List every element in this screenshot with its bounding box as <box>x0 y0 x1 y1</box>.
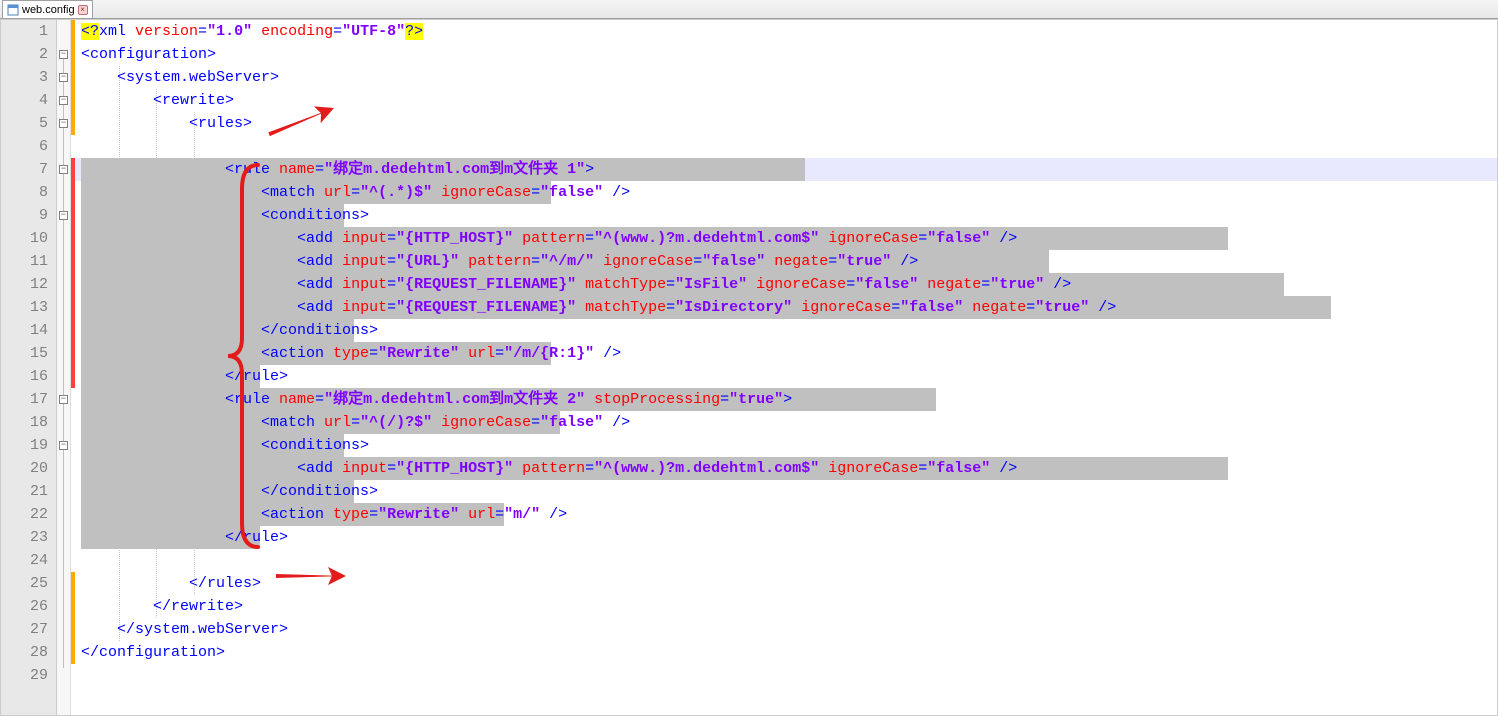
line-number: 10 <box>1 227 48 250</box>
code-line[interactable]: <system.webServer> <box>75 66 279 89</box>
line-number: 3 <box>1 66 48 89</box>
line-number: 7 <box>1 158 48 181</box>
line-number: 22 <box>1 503 48 526</box>
line-number: 1 <box>1 20 48 43</box>
line-number: 20 <box>1 457 48 480</box>
line-number: 16 <box>1 365 48 388</box>
line-number: 9 <box>1 204 48 227</box>
code-line[interactable]: </configuration> <box>75 641 225 664</box>
code-line[interactable]: <rewrite> <box>75 89 234 112</box>
code-line[interactable]: <rules> <box>75 112 252 135</box>
fold-gutter[interactable]: − − − − − − − − <box>57 20 71 715</box>
code-line[interactable]: <match url="^(.*)$" ignoreCase="false" /… <box>75 181 630 204</box>
fold-toggle[interactable]: − <box>59 73 68 82</box>
code-line[interactable]: <add input="{REQUEST_FILENAME}" matchTyp… <box>75 273 1071 296</box>
file-tab[interactable]: web.config × <box>2 0 93 18</box>
code-line[interactable]: <conditions> <box>75 204 369 227</box>
code-line[interactable]: <rule name="绑定m.dedehtml.com到m文件夹 1"> <box>75 158 594 181</box>
code-line[interactable]: <action type="Rewrite" url="/m/{R:1}" /> <box>75 342 621 365</box>
code-line[interactable]: <add input="{REQUEST_FILENAME}" matchTyp… <box>75 296 1116 319</box>
fold-toggle[interactable]: − <box>59 96 68 105</box>
code-line[interactable]: <conditions> <box>75 434 369 457</box>
fold-toggle[interactable]: − <box>59 395 68 404</box>
code-line[interactable]: <match url="^(/)?$" ignoreCase="false" /… <box>75 411 630 434</box>
line-number: 2 <box>1 43 48 66</box>
line-number: 29 <box>1 664 48 687</box>
code-line[interactable]: </rules> <box>75 572 261 595</box>
line-number: 12 <box>1 273 48 296</box>
code-line[interactable]: <?xml version="1.0" encoding="UTF-8"?> <box>75 20 423 43</box>
code-line[interactable]: </system.webServer> <box>75 618 288 641</box>
code-line[interactable]: <add input="{HTTP_HOST}" pattern="^(www.… <box>75 457 1017 480</box>
code-line[interactable]: <rule name="绑定m.dedehtml.com到m文件夹 2" sto… <box>75 388 792 411</box>
line-number: 11 <box>1 250 48 273</box>
line-number: 17 <box>1 388 48 411</box>
code-editor[interactable]: 1234567891011121314151617181920212223242… <box>0 19 1498 716</box>
code-line[interactable]: <add input="{HTTP_HOST}" pattern="^(www.… <box>75 227 1017 250</box>
fold-toggle[interactable]: − <box>59 165 68 174</box>
line-number: 13 <box>1 296 48 319</box>
line-number: 5 <box>1 112 48 135</box>
code-line[interactable]: </conditions> <box>75 319 378 342</box>
tab-filename: web.config <box>22 4 75 16</box>
line-number: 8 <box>1 181 48 204</box>
line-number: 15 <box>1 342 48 365</box>
code-line[interactable]: <configuration> <box>75 43 216 66</box>
line-number: 6 <box>1 135 48 158</box>
fold-toggle[interactable]: − <box>59 211 68 220</box>
tab-close-icon[interactable]: × <box>78 5 88 15</box>
fold-toggle[interactable]: − <box>59 50 68 59</box>
line-number: 27 <box>1 618 48 641</box>
line-number: 25 <box>1 572 48 595</box>
code-line[interactable]: </conditions> <box>75 480 378 503</box>
code-line[interactable]: <add input="{URL}" pattern="^/m/" ignore… <box>75 250 918 273</box>
line-number: 24 <box>1 549 48 572</box>
line-number: 26 <box>1 595 48 618</box>
file-icon <box>7 4 19 16</box>
code-area[interactable]: <?xml version="1.0" encoding="UTF-8"?><c… <box>75 20 1497 715</box>
code-line[interactable]: </rewrite> <box>75 595 243 618</box>
line-number: 4 <box>1 89 48 112</box>
fold-toggle[interactable]: − <box>59 441 68 450</box>
code-line[interactable]: <action type="Rewrite" url="m/" /> <box>75 503 567 526</box>
tab-bar: web.config × <box>0 0 1498 19</box>
line-number: 28 <box>1 641 48 664</box>
code-line[interactable]: </rule> <box>75 365 288 388</box>
line-number: 18 <box>1 411 48 434</box>
code-line[interactable]: </rule> <box>75 526 288 549</box>
line-number: 19 <box>1 434 48 457</box>
line-number: 23 <box>1 526 48 549</box>
fold-toggle[interactable]: − <box>59 119 68 128</box>
line-number-gutter: 1234567891011121314151617181920212223242… <box>1 20 57 715</box>
line-number: 14 <box>1 319 48 342</box>
line-number: 21 <box>1 480 48 503</box>
